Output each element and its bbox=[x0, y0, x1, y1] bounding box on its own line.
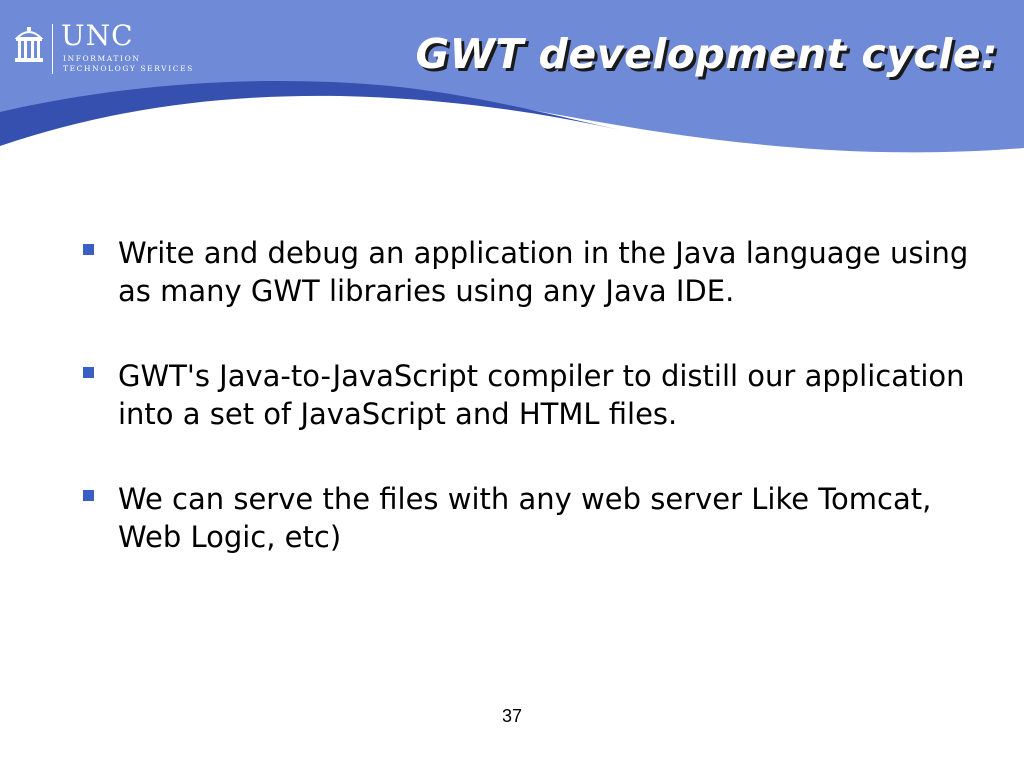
unc-its-logo: UNC INFORMATION TECHNOLOGY SERVICES bbox=[14, 19, 194, 78]
logo-name: UNC bbox=[61, 19, 134, 52]
slide-title: GWT development cycle: bbox=[415, 30, 998, 78]
bullet-list: Write and debug an application in the Ja… bbox=[80, 234, 980, 603]
logo-subtitle-line2: TECHNOLOGY SERVICES bbox=[63, 64, 194, 73]
square-bullet-icon bbox=[83, 490, 94, 501]
old-well-icon bbox=[14, 27, 44, 62]
slide: UNC INFORMATION TECHNOLOGY SERVICES GWT … bbox=[0, 0, 1024, 768]
page-number: 37 bbox=[501, 706, 523, 726]
logo-subtitle-line1: INFORMATION bbox=[63, 54, 141, 63]
bullet-item: We can serve the files with any web serv… bbox=[80, 480, 980, 556]
square-bullet-icon bbox=[83, 367, 94, 378]
bullet-text: We can serve the files with any web serv… bbox=[118, 482, 932, 554]
bullet-text: Write and debug an application in the Ja… bbox=[118, 236, 969, 308]
bullet-item: GWT's Java-to-JavaScript compiler to dis… bbox=[80, 357, 980, 433]
logo-divider bbox=[52, 24, 53, 74]
bullet-item: Write and debug an application in the Ja… bbox=[80, 234, 980, 310]
bullet-text: GWT's Java-to-JavaScript compiler to dis… bbox=[118, 359, 965, 431]
square-bullet-icon bbox=[83, 244, 94, 255]
